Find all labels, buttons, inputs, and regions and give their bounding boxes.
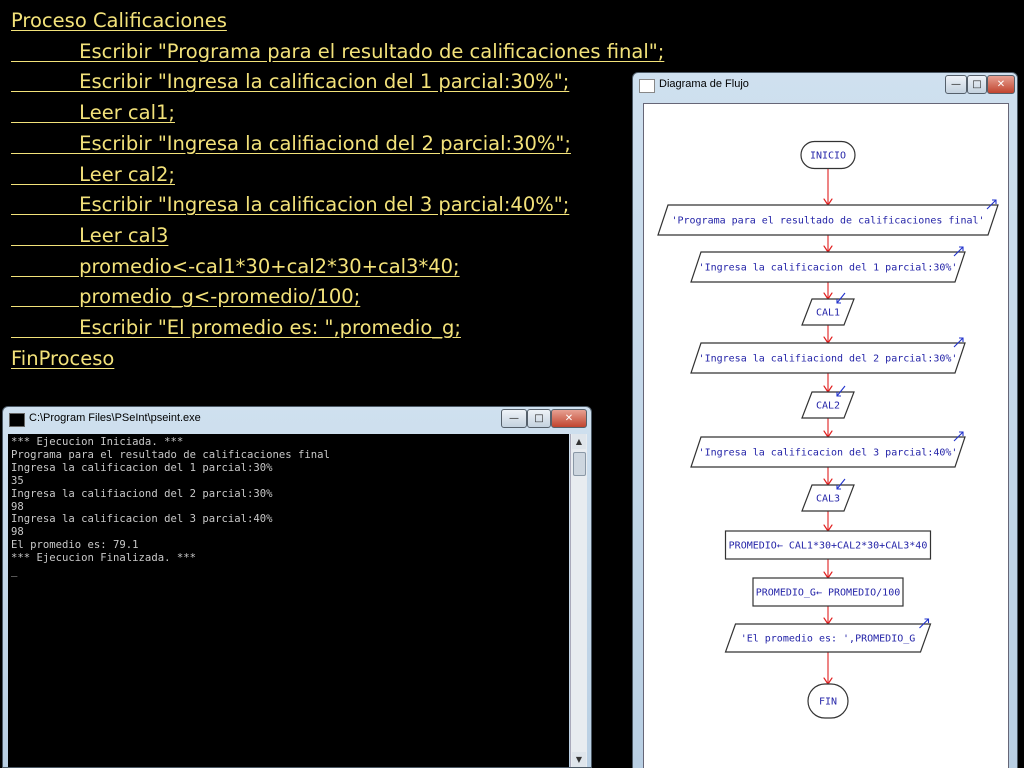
flow-maximize-button[interactable]: □	[967, 75, 987, 94]
console-titlebar[interactable]: C:\Program Files\PSeInt\pseint.exe — □ ✕	[3, 407, 591, 433]
flow-node-label: INICIO	[810, 151, 846, 162]
scroll-down-arrow-icon[interactable]: ▼	[572, 752, 586, 767]
flow-node-label: 'El promedio es: ',PROMEDIO_G	[741, 634, 916, 645]
flow-node-output[interactable]: 'Programa para el resultado de calificac…	[657, 199, 999, 236]
flow-node-label: 'Ingresa la calificacion del 1 parcial:3…	[699, 263, 958, 274]
code-line: Proceso Calificaciones	[11, 9, 227, 32]
console-text: *** Ejecucion Iniciada. *** Programa para…	[8, 434, 569, 578]
flow-minimize-button[interactable]: —	[945, 75, 967, 94]
flowchart-canvas[interactable]: INICIO 'Programa para el resultado de cal…	[643, 103, 1009, 768]
flow-node-terminal[interactable]: INICIO	[800, 140, 856, 170]
console-icon	[9, 413, 25, 427]
flow-node-label: CAL3	[816, 494, 840, 505]
scroll-thumb[interactable]	[573, 452, 586, 476]
code-line: Escribir "Ingresa la calificacion del 3 …	[11, 193, 570, 217]
flow-node-label: 'Ingresa la califiaciond del 2 parcial:3…	[699, 354, 958, 365]
flowchart-window[interactable]: Diagrama de Flujo — □ ✕ INICIO 'Programa …	[632, 72, 1018, 768]
code-line: Escribir "Ingresa la calificacion del 1 …	[11, 70, 570, 94]
flow-node-label: CAL2	[816, 401, 840, 412]
flow-node-output[interactable]: 'Ingresa la calificacion del 3 parcial:4…	[690, 431, 966, 468]
console-line: Programa para el resultado de calificaci…	[11, 448, 330, 461]
flow-node-output[interactable]: 'Ingresa la calificacion del 1 parcial:3…	[690, 246, 966, 283]
flow-node-label: PROMEDIO_G← PROMEDIO/100	[756, 588, 901, 599]
console-title: C:\Program Files\PSeInt\pseint.exe	[29, 412, 201, 424]
console-line: 98	[11, 500, 24, 513]
scroll-up-arrow-icon[interactable]: ▲	[572, 434, 586, 449]
diagram-icon	[639, 79, 655, 93]
flow-node-label: PROMEDIO← CAL1*30+CAL2*30+CAL3*40	[729, 541, 928, 552]
minimize-button[interactable]: —	[501, 409, 527, 428]
code-line: Leer cal3	[11, 223, 169, 247]
flowchart-title: Diagrama de Flujo	[659, 78, 749, 90]
code-line: Escribir "Programa para el resultado de …	[11, 39, 665, 63]
console-line: *** Ejecucion Finalizada. ***	[11, 552, 196, 565]
flow-node-process[interactable]: PROMEDIO← CAL1*30+CAL2*30+CAL3*40	[724, 530, 932, 560]
flow-node-label: 'Programa para el resultado de calificac…	[671, 216, 984, 227]
close-button[interactable]: ✕	[551, 409, 587, 428]
flowchart-titlebar[interactable]: Diagrama de Flujo — □ ✕	[633, 73, 1017, 99]
console-line: Ingresa la califiaciond del 2 parcial:30…	[11, 487, 273, 500]
flow-node-label: FIN	[819, 697, 837, 708]
flow-node-label: 'Ingresa la calificacion del 3 parcial:4…	[699, 448, 958, 459]
console-output[interactable]: *** Ejecucion Iniciada. *** Programa para…	[8, 434, 569, 767]
console-scrollbar[interactable]: ▲ ▼	[570, 434, 587, 767]
code-line: promedio_g<-promedio/100;	[11, 285, 361, 309]
pseudocode-text: Proceso Calificaciones Escribir "Program…	[11, 6, 665, 374]
flow-close-button[interactable]: ✕	[987, 75, 1015, 94]
console-line: 35	[11, 474, 24, 487]
console-window[interactable]: C:\Program Files\PSeInt\pseint.exe — □ ✕…	[2, 406, 592, 768]
code-line: Leer cal1;	[11, 101, 175, 125]
console-line: Ingresa la calificacion del 1 parcial:30…	[11, 461, 273, 474]
code-line: FinProceso	[11, 346, 115, 370]
code-line: Escribir "Ingresa la califiaciond del 2 …	[11, 131, 571, 155]
flow-node-output[interactable]: 'Ingresa la califiaciond del 2 parcial:3…	[690, 337, 966, 374]
code-line: Leer cal2;	[11, 162, 175, 186]
console-line: *** Ejecucion Iniciada. ***	[11, 436, 184, 448]
console-line: 98	[11, 526, 24, 539]
flow-node-terminal[interactable]: FIN	[807, 683, 849, 719]
code-line: promedio<-cal1*30+cal2*30+cal3*40;	[11, 254, 460, 278]
code-line: Escribir "El promedio es: ",promedio_g;	[11, 316, 461, 340]
console-line: El promedio es: 79.1	[11, 539, 139, 552]
console-line: Ingresa la calificacion del 3 parcial:40…	[11, 513, 273, 526]
flow-node-process[interactable]: PROMEDIO_G← PROMEDIO/100	[752, 577, 904, 607]
console-line: _	[11, 565, 18, 578]
maximize-button[interactable]: □	[527, 409, 551, 428]
flow-node-label: CAL1	[816, 308, 840, 319]
flowchart-diagram: INICIO 'Programa para el resultado de cal…	[657, 140, 999, 719]
flow-node-output[interactable]: 'El promedio es: ',PROMEDIO_G	[724, 618, 932, 653]
